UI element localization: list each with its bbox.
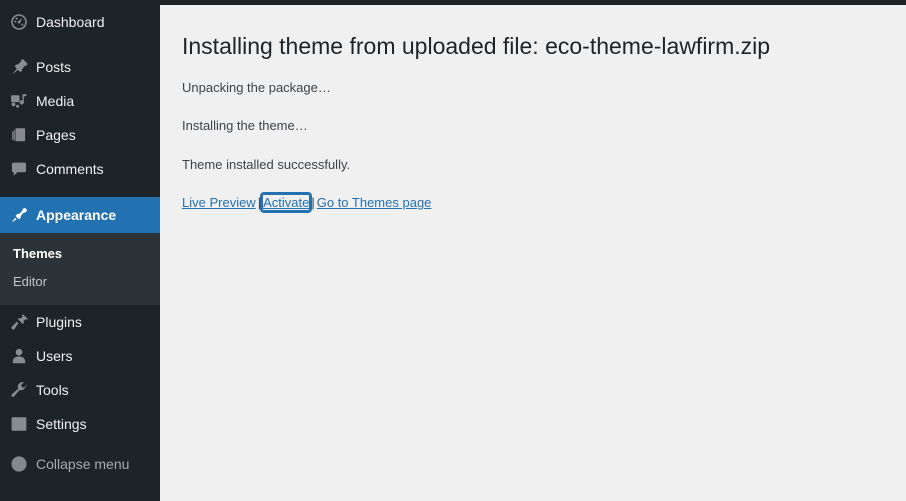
activate-link[interactable]: Activate bbox=[260, 192, 313, 214]
pages-icon bbox=[9, 118, 29, 152]
live-preview-link[interactable]: Live Preview bbox=[182, 195, 256, 210]
status-line-installing: Installing the theme… bbox=[182, 118, 308, 134]
sidebar-item-label: Users bbox=[36, 348, 73, 364]
submenu-item-label: Editor bbox=[13, 274, 47, 289]
sidebar-item-comments[interactable]: Comments bbox=[0, 152, 160, 186]
admin-bar bbox=[0, 0, 906, 5]
sidebar-item-label: Settings bbox=[36, 416, 87, 432]
link-separator: | bbox=[311, 195, 315, 211]
dashboard-icon bbox=[9, 5, 29, 39]
wrench-icon bbox=[9, 373, 29, 407]
sidebar-item-appearance[interactable]: Appearance bbox=[0, 197, 168, 233]
submenu-item-label: Themes bbox=[13, 246, 63, 261]
go-to-themes-page-link[interactable]: Go to Themes page bbox=[317, 195, 432, 210]
status-line-unpacking: Unpacking the package… bbox=[182, 79, 331, 95]
admin-sidebar: Dashboard Posts Media Pages Comments App… bbox=[0, 5, 168, 501]
media-icon bbox=[9, 84, 29, 118]
admin-wrapper: Dashboard Posts Media Pages Comments App… bbox=[0, 5, 906, 501]
sidebar-item-label: Posts bbox=[36, 59, 72, 75]
sidebar-item-label: Tools bbox=[36, 382, 69, 398]
status-line-success: Theme installed successfully. bbox=[182, 156, 351, 172]
submenu-item-editor[interactable]: Editor bbox=[0, 268, 160, 296]
collapse-menu-button[interactable]: Collapse menu bbox=[0, 447, 160, 481]
sliders-icon bbox=[9, 407, 29, 441]
sidebar-item-label: Media bbox=[36, 93, 75, 109]
sidebar-item-label: Appearance bbox=[36, 207, 117, 223]
user-icon bbox=[9, 339, 29, 373]
submenu-list: Themes Editor bbox=[0, 233, 160, 305]
sidebar-item-label: Comments bbox=[36, 161, 104, 177]
sidebar-item-settings[interactable]: Settings bbox=[0, 407, 160, 441]
main-content: Installing theme from uploaded file: eco… bbox=[160, 5, 906, 501]
submenu-item-themes[interactable]: Themes bbox=[0, 240, 160, 268]
collapse-arrow-icon bbox=[9, 447, 29, 481]
paintbrush-icon bbox=[9, 197, 29, 233]
pin-icon bbox=[9, 50, 29, 84]
sidebar-item-label: Pages bbox=[36, 127, 76, 143]
sidebar-item-label: Dashboard bbox=[36, 14, 105, 30]
sidebar-item-users[interactable]: Users bbox=[0, 339, 160, 373]
comments-icon bbox=[9, 152, 29, 186]
page-title: Installing theme from uploaded file: eco… bbox=[182, 33, 771, 59]
sidebar-item-posts[interactable]: Posts bbox=[0, 50, 160, 84]
sidebar-item-label: Plugins bbox=[36, 314, 82, 330]
sidebar-item-dashboard[interactable]: Dashboard bbox=[0, 5, 160, 39]
plugin-icon bbox=[9, 305, 29, 339]
action-links-row: Live Preview | Activate | Go to Themes page bbox=[182, 192, 886, 214]
sidebar-item-tools[interactable]: Tools bbox=[0, 373, 160, 407]
collapse-menu-label: Collapse menu bbox=[36, 456, 130, 472]
sidebar-submenu-appearance: Themes Editor bbox=[0, 233, 160, 305]
sidebar-item-pages[interactable]: Pages bbox=[0, 118, 160, 152]
sidebar-item-media[interactable]: Media bbox=[0, 84, 160, 118]
admin-menu: Dashboard Posts Media Pages Comments App… bbox=[0, 5, 168, 441]
sidebar-item-plugins[interactable]: Plugins bbox=[0, 305, 160, 339]
link-separator: | bbox=[257, 195, 262, 211]
